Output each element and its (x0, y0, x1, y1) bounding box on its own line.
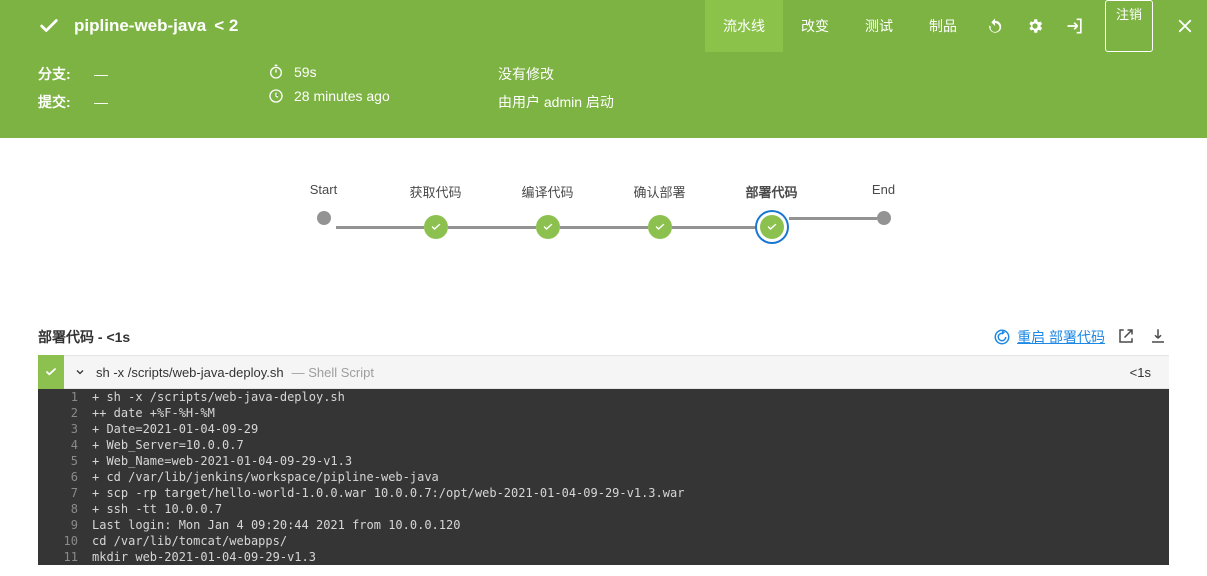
check-circle-icon[interactable] (648, 215, 672, 239)
run-number: < 2 (214, 16, 238, 36)
commit-label: 提交: (38, 92, 94, 112)
console-line: 7+ scp -rp target/hello-world-1.0.0.war … (38, 485, 1169, 501)
commit-value: — (94, 94, 108, 110)
step-command: sh -x /scripts/web-java-deploy.sh (96, 365, 284, 380)
chevron-down-icon[interactable] (74, 366, 86, 378)
branch-label: 分支: (38, 64, 94, 84)
pipeline-connector (448, 226, 536, 229)
dot-icon[interactable] (877, 211, 891, 225)
console-line: 9Last login: Mon Jan 4 09:20:44 2021 fro… (38, 517, 1169, 533)
console-line: 10cd /var/lib/tomcat/webapps/ (38, 533, 1169, 549)
stage-label: 编译代码 (521, 182, 573, 201)
console-line: 8+ ssh -tt 10.0.0.7 (38, 501, 1169, 517)
dot-icon[interactable] (317, 211, 331, 225)
console-line: 3+ Date=2021-01-04-09-29 (38, 421, 1169, 437)
close-icon[interactable] (1163, 0, 1207, 52)
stage-node[interactable]: 编译代码 (492, 182, 604, 239)
stage-node[interactable]: 获取代码 (380, 182, 492, 239)
check-circle-icon[interactable] (424, 215, 448, 239)
cause-text: 由用户 admin 启动 (498, 92, 614, 112)
rerun-icon[interactable] (975, 0, 1015, 52)
logout-button[interactable]: 注销 (1105, 0, 1153, 52)
pipeline-graph: Start 获取代码 编译代码 确认部署 部署代码 End (0, 138, 1207, 327)
relative-time: 28 minutes ago (294, 88, 390, 104)
tab-changes[interactable]: 改变 (783, 0, 847, 52)
console-line: 2++ date +%F-%H-%M (38, 405, 1169, 421)
console-line: 1+ sh -x /scripts/web-java-deploy.sh (38, 389, 1169, 405)
console-output: 1+ sh -x /scripts/web-java-deploy.sh2++ … (38, 389, 1169, 565)
clock-icon (268, 88, 284, 104)
stage-label: 确认部署 (633, 182, 685, 201)
step-description: — Shell Script (292, 365, 374, 380)
stage-label: 部署代码 (745, 182, 797, 201)
tab-tests[interactable]: 测试 (847, 0, 911, 52)
pipeline-connector (560, 226, 648, 229)
step-duration: <1s (1130, 365, 1151, 380)
stage-node[interactable]: End (828, 182, 940, 225)
branch-value: — (94, 66, 108, 82)
open-external-icon[interactable] (1117, 327, 1137, 347)
pipeline-connector (336, 226, 424, 229)
exit-icon[interactable] (1055, 0, 1095, 52)
stage-label: Start (310, 182, 337, 197)
check-circle-icon[interactable] (760, 215, 784, 239)
stage-label: End (872, 182, 895, 197)
step-status-icon (38, 355, 64, 389)
pipeline-title: pipline-web-java (74, 16, 206, 36)
header-tabs: 流水线 改变 测试 制品 注销 (705, 0, 1207, 52)
stage-node[interactable]: 部署代码 (716, 182, 828, 239)
step-header[interactable]: sh -x /scripts/web-java-deploy.sh — Shel… (38, 355, 1169, 389)
pipeline-connector (789, 217, 877, 220)
console-line: 5+ Web_Name=web-2021-01-04-09-29-v1.3 (38, 453, 1169, 469)
restart-stage-link[interactable]: 重启 部署代码 (993, 327, 1105, 347)
stopwatch-icon (268, 64, 284, 80)
tab-artifacts[interactable]: 制品 (911, 0, 975, 52)
changes-text: 没有修改 (498, 64, 554, 84)
stage-label: 获取代码 (409, 182, 461, 201)
console-line: 6+ cd /var/lib/jenkins/workspace/pipline… (38, 469, 1169, 485)
status-check-icon (38, 15, 60, 37)
section-title: 部署代码 - <1s (38, 327, 993, 347)
check-circle-icon[interactable] (536, 215, 560, 239)
stage-node[interactable]: 确认部署 (604, 182, 716, 239)
console-line: 11mkdir web-2021-01-04-09-29-v1.3 (38, 549, 1169, 565)
duration-value: 59s (294, 64, 317, 80)
stage-node[interactable]: Start (268, 182, 380, 225)
tab-pipeline[interactable]: 流水线 (705, 0, 783, 52)
download-icon[interactable] (1149, 327, 1169, 347)
pipeline-connector (672, 226, 760, 229)
console-line: 4+ Web_Server=10.0.0.7 (38, 437, 1169, 453)
settings-icon[interactable] (1015, 0, 1055, 52)
